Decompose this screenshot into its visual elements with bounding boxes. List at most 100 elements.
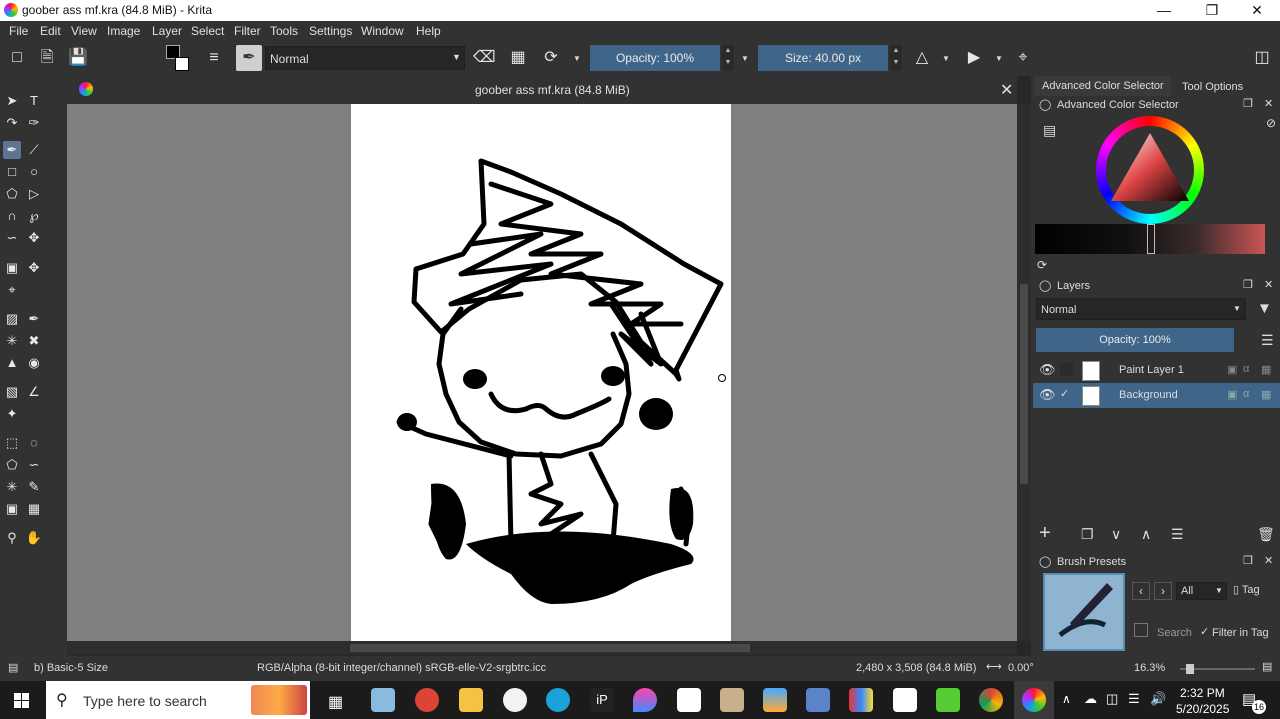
size-stepper[interactable]: ▲ ▼ (890, 45, 902, 71)
fill-tool-icon[interactable]: ▲ (3, 354, 21, 372)
onedrive-icon[interactable]: ☁ (1084, 691, 1097, 707)
menu-image[interactable]: Image (107, 24, 140, 38)
battery-icon[interactable]: ◫ (1106, 691, 1118, 707)
move-tool-icon[interactable]: ✥ (25, 259, 43, 277)
close-panel-icon[interactable]: ✕ (1264, 278, 1273, 291)
zoom-slider-handle[interactable] (1186, 664, 1194, 674)
transform-tool-icon[interactable]: ▣ (3, 259, 21, 277)
canvas-viewport[interactable] (67, 104, 1017, 641)
polygon-select-icon[interactable]: ⬠ (3, 456, 21, 474)
brush-preset-icon[interactable]: ✒ (236, 45, 262, 71)
wrap-around-icon[interactable]: ⌖ (1012, 47, 1034, 69)
text-tool-icon[interactable]: T (25, 92, 43, 110)
color-swatch[interactable] (166, 45, 192, 71)
no-color-icon[interactable]: ⊘ (1266, 116, 1276, 130)
dynamic-brush-icon[interactable]: ∽ (3, 229, 21, 247)
assistant-tool-icon[interactable]: ▧ (3, 383, 21, 401)
bezier-select-icon[interactable]: ▣ (3, 500, 21, 518)
saturation-triangle[interactable] (1109, 131, 1191, 203)
menu-select[interactable]: Select (191, 24, 224, 38)
magnetic-select-icon[interactable]: ▦ (25, 500, 43, 518)
lock-layer-icon[interactable]: ▣ (1227, 388, 1237, 401)
edit-shapes-icon[interactable]: ↷ (3, 114, 21, 132)
rectangle-tool-icon[interactable]: □ (3, 163, 21, 181)
ink-app-icon[interactable] (633, 688, 657, 712)
mirror-vertical-icon[interactable]: ▶ (963, 47, 985, 69)
close-panel-icon[interactable]: ✕ (1264, 97, 1273, 110)
chrome-app-icon[interactable] (979, 688, 1003, 712)
reload-preset-icon[interactable]: ⟳ (540, 47, 562, 69)
eraser-icon[interactable]: ⌫ (473, 47, 496, 69)
tab-advanced-color-selector[interactable]: Advanced Color Selector (1035, 76, 1171, 96)
horizontal-scroll-thumb[interactable] (350, 644, 750, 652)
color-history-bar[interactable] (1035, 224, 1265, 254)
filter-in-tag-check[interactable]: ✓ (1200, 625, 1209, 638)
measure-tool-icon[interactable]: ∠ (25, 383, 43, 401)
color-picker-icon[interactable]: ✒ (25, 310, 43, 328)
visibility-eye-icon[interactable]: 👁 (1039, 362, 1056, 378)
chrome-app-icon[interactable] (415, 688, 439, 712)
crop-tool-icon[interactable]: ⌖ (3, 281, 21, 299)
alpha-icon[interactable]: α (1243, 388, 1249, 400)
chevron-down-icon[interactable]: ▼ (741, 54, 749, 63)
preset-search-input[interactable]: Search (1157, 627, 1192, 639)
tag-button[interactable]: ▯ Tag (1233, 583, 1260, 596)
freehand-select-icon[interactable]: ∽ (25, 456, 43, 474)
gradient-tool-icon[interactable]: ▨ (3, 310, 21, 328)
rotation-icon[interactable]: ⟷ (986, 660, 1002, 673)
color-settings-icon[interactable]: ▤ (1043, 122, 1056, 139)
previous-tag-button[interactable]: ‹ (1132, 582, 1150, 600)
windows-start-icon[interactable] (14, 693, 30, 709)
gradient-fill-icon[interactable]: ≡ (203, 47, 225, 69)
vertical-scroll-thumb[interactable] (1020, 284, 1028, 484)
add-layer-icon[interactable]: + (1039, 522, 1051, 545)
size-slider[interactable]: Size: 40.00 px (758, 45, 888, 71)
ellipse-select-icon[interactable]: ◌ (25, 434, 43, 452)
drawing-canvas[interactable] (351, 104, 731, 641)
hue-ring[interactable] (1096, 116, 1204, 224)
select-shapes-icon[interactable]: ➤ (3, 92, 21, 110)
save-app-icon[interactable] (806, 688, 830, 712)
enclose-fill-icon[interactable]: ◉ (25, 354, 43, 372)
zoom-tool-icon[interactable]: ⚲ (3, 529, 21, 547)
menu-icon[interactable]: ☰ (1261, 332, 1274, 349)
close-window-button[interactable]: ✕ (1234, 0, 1280, 21)
lock-icon[interactable]: ◯ (1039, 98, 1051, 111)
layer-row[interactable]: 👁 Paint Layer 1 ▣ α ▦ (1033, 358, 1280, 383)
vertical-scrollbar[interactable] (1017, 104, 1031, 641)
menu-settings[interactable]: Settings (309, 24, 352, 38)
alpha-lock-icon[interactable]: ▦ (507, 47, 529, 69)
multibrush-icon[interactable]: ✥ (25, 229, 43, 247)
layer-opacity-slider[interactable]: Opacity: 100% (1036, 328, 1234, 352)
close-panel-icon[interactable]: ✕ (1264, 554, 1273, 567)
delete-layer-icon[interactable]: 🗑 (1257, 526, 1275, 543)
colorize-mask-icon[interactable]: ✳ (3, 332, 21, 350)
blend-mode-select[interactable]: Normal ▼ (265, 46, 465, 70)
menu-window[interactable]: Window (361, 24, 404, 38)
mirror-horizontal-icon[interactable]: △ (911, 47, 933, 69)
menu-help[interactable]: Help (416, 24, 441, 38)
chevron-down-icon[interactable]: ▼ (942, 54, 950, 63)
next-tag-button[interactable]: › (1154, 582, 1172, 600)
inherit-alpha-icon[interactable]: ▦ (1261, 388, 1271, 401)
ibispaint-icon[interactable]: iP (590, 688, 614, 712)
float-panel-icon[interactable]: ❐ (1243, 554, 1253, 567)
inherit-alpha-icon[interactable]: ▦ (1261, 363, 1271, 376)
tab-tool-options[interactable]: Tool Options (1175, 77, 1250, 97)
clock-date[interactable]: 5/20/2025 (1176, 702, 1229, 716)
reference-images-icon[interactable]: ✦ (3, 405, 21, 423)
app-icon[interactable] (720, 688, 744, 712)
layer-row-selected[interactable]: 👁 ✓ Background ▣ α ▦ (1033, 383, 1280, 408)
open-document-icon[interactable]: 🗎 (36, 47, 58, 69)
restore-button[interactable]: ❐ (1189, 0, 1235, 21)
wifi-icon[interactable]: ☰ (1128, 691, 1140, 707)
clock-time[interactable]: 2:32 PM (1180, 686, 1225, 700)
duplicate-layer-icon[interactable]: ❐ (1081, 526, 1094, 543)
float-panel-icon[interactable]: ❐ (1243, 278, 1253, 291)
smart-patch-icon[interactable]: ✖ (25, 332, 43, 350)
layer-checkbox[interactable] (1060, 363, 1073, 376)
menu-file[interactable]: File (9, 24, 28, 38)
filter-icon[interactable]: ▼ (1257, 300, 1272, 317)
volume-icon[interactable]: 🔊 (1150, 691, 1166, 707)
capcut-app-icon[interactable] (677, 688, 701, 712)
